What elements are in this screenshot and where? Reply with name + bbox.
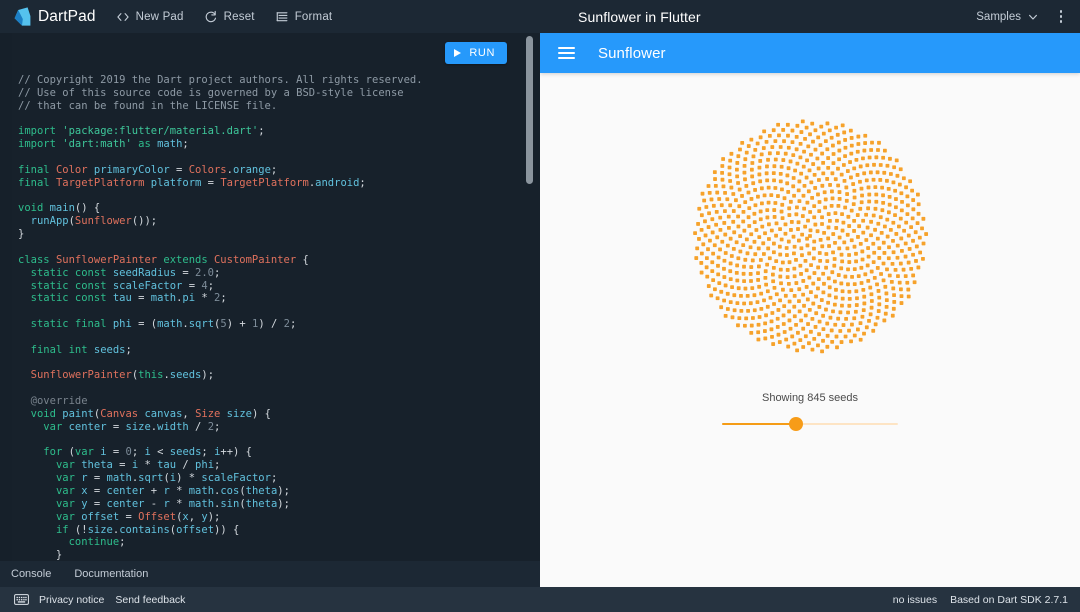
sunflower-seed-pattern (693, 119, 929, 353)
slider-fill (722, 423, 796, 425)
footer-status: no issues Based on Dart SDK 2.7.1 (893, 594, 1068, 606)
app-bar: Sunflower (540, 33, 1080, 73)
footer-links: Privacy notice Send feedback (14, 594, 185, 606)
seed-count-label: Showing 845 seeds (761, 392, 858, 404)
menu-line (558, 47, 575, 49)
chevron-down-icon (1029, 14, 1037, 20)
dartpad-window: DartPad New Pad Reset Format Sunflower i… (0, 0, 1080, 612)
editor-gutter (0, 33, 12, 561)
refresh-icon (205, 10, 216, 22)
console-tab-bar: Console Documentation (0, 561, 540, 587)
header-right-controls: Samples (976, 0, 1070, 33)
brand-name: DartPad (38, 7, 96, 25)
page-title: Sunflower in Flutter (578, 8, 701, 25)
seed-count-slider[interactable] (722, 416, 898, 432)
new-pad-button[interactable]: New Pad (116, 10, 184, 24)
dart-logo-icon (14, 7, 31, 26)
hamburger-menu-icon[interactable] (558, 44, 575, 62)
editor-scrollbar[interactable] (526, 36, 533, 184)
play-icon (454, 49, 462, 57)
brand: DartPad (14, 7, 96, 26)
run-label: RUN (469, 47, 495, 59)
send-feedback-link[interactable]: Send feedback (115, 594, 185, 606)
keyboard-icon[interactable] (14, 594, 29, 605)
format-label: Format (294, 10, 333, 23)
menu-line (558, 52, 575, 54)
privacy-notice-link[interactable]: Privacy notice (39, 594, 104, 606)
slider-thumb[interactable] (788, 417, 803, 431)
format-align-icon (276, 11, 288, 21)
more-vertical-icon[interactable] (1052, 6, 1070, 28)
code-editor-panel[interactable]: // Copyright 2019 the Dart project autho… (0, 33, 540, 561)
app-bar-title: Sunflower (598, 44, 666, 62)
samples-label: Samples (976, 10, 1021, 23)
more-dot (1059, 15, 1063, 18)
run-button[interactable]: RUN (445, 42, 507, 64)
bottom-status-bar: Privacy notice Send feedback no issues B… (0, 587, 1080, 612)
top-header: DartPad New Pad Reset Format Sunflower i… (0, 0, 1080, 33)
tab-documentation[interactable]: Documentation (74, 568, 148, 580)
format-button[interactable]: Format (275, 10, 333, 24)
sdk-version: Based on Dart SDK 2.7.1 (950, 593, 1068, 606)
reset-button[interactable]: Reset (204, 10, 255, 24)
menu-line (558, 57, 575, 59)
tab-console[interactable]: Console (11, 568, 51, 580)
more-dot (1059, 20, 1063, 23)
new-pad-label: New Pad (135, 10, 184, 23)
more-dot (1059, 10, 1063, 13)
source-code[interactable]: // Copyright 2019 the Dart project autho… (18, 74, 526, 561)
flutter-output-panel: Sunflower Showing 845 seeds (540, 33, 1080, 587)
sunflower-canvas (540, 73, 1080, 398)
issues-status: no issues (892, 593, 938, 606)
samples-dropdown[interactable]: Samples (976, 11, 1038, 23)
code-brackets-icon (116, 12, 129, 21)
reset-label: Reset (223, 10, 255, 23)
